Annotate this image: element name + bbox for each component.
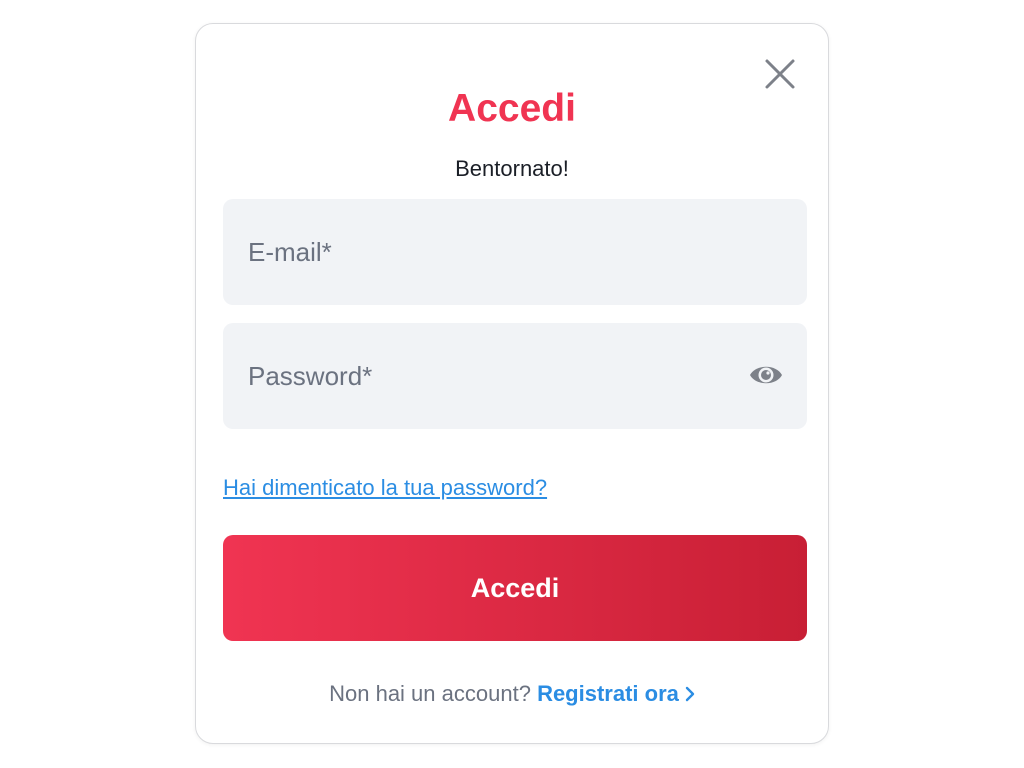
password-field[interactable] xyxy=(223,323,807,429)
password-field-wrapper xyxy=(223,323,807,429)
modal-subtitle: Bentornato! xyxy=(455,156,569,181)
email-field-wrapper xyxy=(223,199,807,305)
forgot-password-link[interactable]: Hai dimenticato la tua password? xyxy=(223,474,547,502)
register-prompt: Non hai un account? Registrati ora xyxy=(196,680,828,708)
eye-icon xyxy=(750,366,782,384)
email-field[interactable] xyxy=(223,199,807,305)
register-link-label: Registrati ora xyxy=(537,681,679,706)
register-prompt-text: Non hai un account? xyxy=(329,681,531,706)
login-submit-button[interactable]: Accedi xyxy=(223,535,807,641)
modal-title: Accedi xyxy=(448,87,576,130)
chevron-right-icon xyxy=(685,686,695,701)
login-modal: Accedi Bentornato! Hai dimenticato la tu… xyxy=(195,23,829,744)
register-link[interactable]: Registrati ora xyxy=(537,681,695,706)
show-password-toggle[interactable] xyxy=(748,361,784,389)
